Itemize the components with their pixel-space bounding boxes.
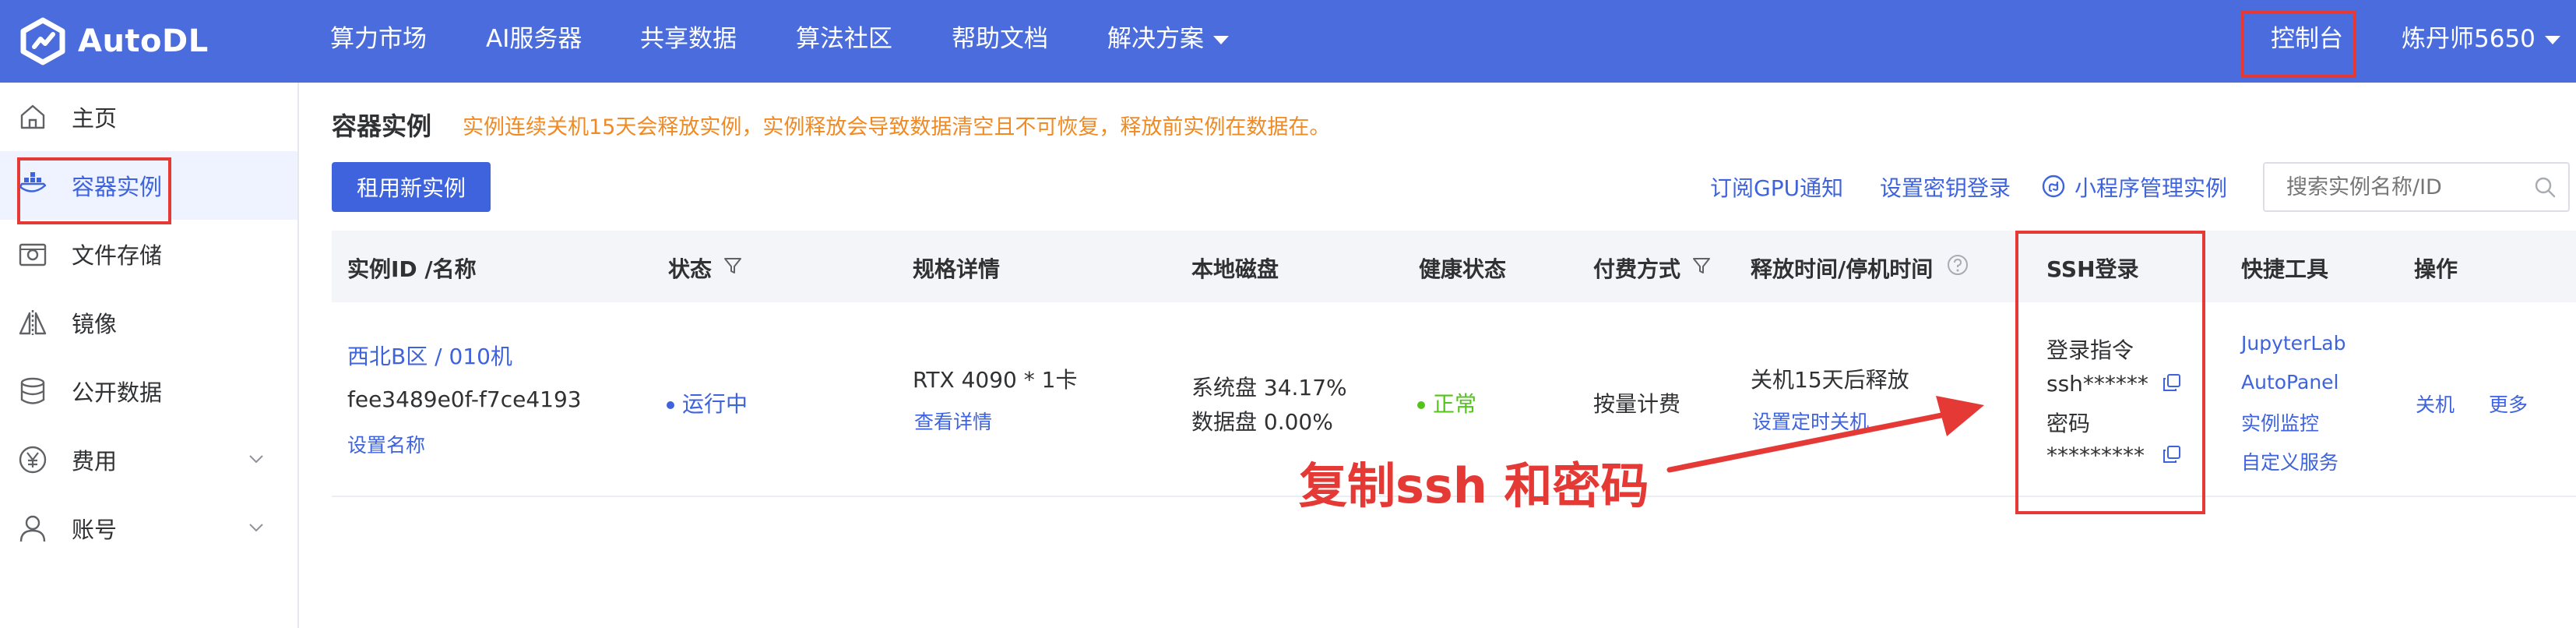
arrow-icon <box>1666 396 1984 473</box>
